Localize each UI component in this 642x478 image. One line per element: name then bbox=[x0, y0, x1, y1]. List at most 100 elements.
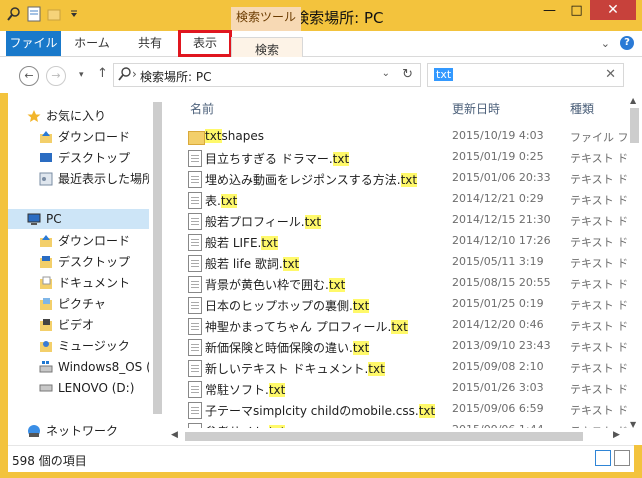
file-name[interactable]: 般若 life 歌詞.txt bbox=[205, 255, 300, 272]
file-name[interactable]: txtshapes bbox=[205, 129, 264, 143]
nav-item-label: Windows8_OS ( bbox=[58, 360, 149, 374]
text-file-icon bbox=[188, 318, 202, 335]
file-type: テキスト ド bbox=[570, 215, 627, 228]
file-row[interactable]: 日本のヒップホップの裏側.txt 2015/01/25 0:19 テキスト ド bbox=[166, 294, 627, 315]
file-name[interactable]: 表.txt bbox=[205, 192, 238, 209]
file-row[interactable]: 新価保険と時価保険の違い.txt 2013/09/10 23:43 テキスト ド bbox=[166, 336, 627, 357]
tab-file[interactable]: ファイル bbox=[6, 31, 61, 56]
details-view-icon[interactable] bbox=[595, 450, 611, 466]
file-date: 2014/12/15 21:30 bbox=[452, 213, 551, 226]
file-row[interactable]: 般若プロフィール.txt 2014/12/15 21:30 テキスト ド bbox=[166, 210, 627, 231]
minimize-button[interactable]: — bbox=[536, 0, 563, 20]
refresh-button[interactable]: ↻ bbox=[402, 67, 413, 82]
column-name[interactable]: 名前 bbox=[190, 100, 214, 117]
file-row[interactable]: 表.txt 2014/12/21 0:29 テキスト ド bbox=[166, 189, 627, 210]
file-name[interactable]: 新しいテキスト ドキュメント.txt bbox=[205, 360, 385, 377]
file-date: 2015/10/19 4:03 bbox=[452, 129, 544, 142]
file-type: テキスト ド bbox=[570, 236, 627, 249]
tab-home[interactable]: ホーム bbox=[64, 31, 120, 56]
file-name[interactable]: 埋め込み動画をレジポンスする方法.txt bbox=[205, 171, 418, 188]
scroll-down-icon[interactable]: ▼ bbox=[630, 420, 636, 429]
column-date[interactable]: 更新日時 bbox=[452, 100, 500, 117]
help-icon[interactable]: ? bbox=[620, 36, 634, 50]
breadcrumb-separator[interactable]: › bbox=[132, 67, 137, 81]
file-row[interactable]: 般若 LIFE.txt 2014/12/10 17:26 テキスト ド bbox=[166, 231, 627, 252]
file-row[interactable]: 埋め込み動画をレジポンスする方法.txt 2015/01/06 20:33 テキスト… bbox=[166, 168, 627, 189]
file-name-prefix: 表. bbox=[205, 194, 221, 208]
tab-share[interactable]: 共有 bbox=[126, 31, 174, 56]
file-row[interactable]: 背景が黄色い枠で囲む.txt 2015/08/15 20:55 テキスト ド bbox=[166, 273, 627, 294]
scroll-left-icon[interactable]: ◀ bbox=[171, 430, 178, 440]
file-list-hscrollbar[interactable]: ◀ ▶ bbox=[166, 428, 627, 445]
column-type[interactable]: 種類 bbox=[570, 100, 594, 117]
file-list-scroll-thumb[interactable] bbox=[630, 108, 639, 143]
file-row[interactable]: 新しいテキスト ドキュメント.txt 2015/09/08 2:10 テキスト ド bbox=[166, 357, 627, 378]
file-name[interactable]: 日本のヒップホップの裏側.txt bbox=[205, 297, 370, 314]
file-name[interactable]: 背景が黄色い枠で囲む.txt bbox=[205, 276, 346, 293]
hscroll-thumb[interactable] bbox=[185, 432, 583, 441]
search-highlight: txt bbox=[282, 257, 300, 271]
nav-pictures[interactable]: ピクチャ bbox=[38, 294, 106, 314]
desktop-icon bbox=[38, 150, 54, 166]
up-button[interactable]: ↑ bbox=[97, 66, 108, 81]
file-name-prefix: 神聖かまってちゃん プロフィール. bbox=[205, 320, 392, 334]
file-name[interactable]: 常駐ソフト.txt bbox=[205, 381, 286, 398]
nav-fav-desktop[interactable]: デスクトップ bbox=[38, 148, 130, 168]
back-button[interactable]: ← bbox=[19, 66, 39, 86]
nav-item-label: 最近表示した場所 bbox=[58, 172, 149, 186]
recent-places-icon bbox=[38, 171, 54, 187]
nav-scroll-thumb[interactable] bbox=[153, 102, 162, 414]
file-name[interactable]: 神聖かまってちゃん プロフィール.txt bbox=[205, 318, 408, 335]
file-name[interactable]: 般若 LIFE.txt bbox=[205, 234, 278, 251]
file-name-prefix: 背景が黄色い枠で囲む. bbox=[205, 278, 329, 292]
nav-pc-downloads[interactable]: ダウンロード bbox=[38, 231, 130, 251]
scroll-right-icon[interactable]: ▶ bbox=[613, 430, 620, 440]
file-name[interactable]: 目立ちすぎる ドラマー.txt bbox=[205, 150, 350, 167]
nav-music[interactable]: ミュージック bbox=[38, 336, 130, 356]
nav-item-label: PC bbox=[46, 212, 62, 226]
file-type: テキスト ド bbox=[570, 257, 627, 270]
nav-pc-desktop[interactable]: デスクトップ bbox=[38, 252, 130, 272]
maximize-button[interactable]: □ bbox=[563, 0, 590, 20]
search-highlight: txt bbox=[220, 194, 238, 208]
search-box[interactable]: txt ✕ bbox=[427, 63, 624, 87]
recent-locations-dropdown[interactable]: ▾ bbox=[79, 70, 84, 80]
nav-fav-downloads[interactable]: ダウンロード bbox=[38, 127, 130, 147]
file-name[interactable]: 般若プロフィール.txt bbox=[205, 213, 322, 230]
address-field[interactable]: › 検索場所: PC ⌄ ↻ bbox=[113, 63, 421, 87]
large-icons-view-icon[interactable] bbox=[614, 450, 630, 466]
breadcrumb-path[interactable]: 検索場所: PC bbox=[140, 68, 211, 85]
nav-network[interactable]: ネットワーク bbox=[26, 421, 118, 441]
file-name[interactable]: 子テーマsimplcity childのmobile.css.txt bbox=[205, 402, 436, 419]
address-dropdown-icon[interactable]: ⌄ bbox=[382, 68, 390, 79]
file-type: テキスト ド bbox=[570, 194, 627, 207]
nav-pane-scrollbar[interactable] bbox=[149, 93, 166, 445]
videos-icon bbox=[38, 317, 54, 333]
forward-button[interactable]: → bbox=[46, 66, 66, 86]
expand-ribbon-icon[interactable]: ⌄ bbox=[601, 37, 610, 50]
nav-lenovo-drive[interactable]: LENOVO (D:) bbox=[38, 378, 134, 398]
close-button[interactable]: ✕ bbox=[590, 0, 636, 20]
clear-search-button[interactable]: ✕ bbox=[605, 67, 616, 82]
nav-pc[interactable]: PC bbox=[8, 209, 149, 229]
file-row[interactable]: 般若 life 歌詞.txt 2015/05/11 3:19 テキスト ド bbox=[166, 252, 627, 273]
file-row[interactable]: 目立ちすぎる ドラマー.txt 2015/01/19 0:25 テキスト ド bbox=[166, 147, 627, 168]
file-name-prefix: 子テーマsimplcity childのmobile.css. bbox=[205, 404, 419, 418]
file-row[interactable]: 神聖かまってちゃん プロフィール.txt 2014/12/20 0:46 テキスト … bbox=[166, 315, 627, 336]
file-row[interactable]: 常駐ソフト.txt 2015/01/26 3:03 テキスト ド bbox=[166, 378, 627, 399]
search-input[interactable]: txt bbox=[434, 68, 454, 81]
nav-videos[interactable]: ビデオ bbox=[38, 315, 94, 335]
scroll-up-icon[interactable]: ▲ bbox=[630, 96, 636, 105]
nav-documents[interactable]: ドキュメント bbox=[38, 273, 130, 293]
nav-item-label: ピクチャ bbox=[58, 297, 106, 311]
file-list-scrollbar[interactable]: ▲ ▼ bbox=[627, 93, 642, 445]
nav-favorites[interactable]: お気に入り bbox=[26, 106, 106, 126]
explorer-window: txt - 検索場所: PC — □ ✕ 検索ツール ファイル ホーム 共有 表… bbox=[0, 0, 642, 478]
nav-windows-drive[interactable]: Windows8_OS ( bbox=[38, 357, 149, 377]
file-name[interactable]: 新価保険と時価保険の違い.txt bbox=[205, 339, 370, 356]
file-row[interactable]: 子テーマsimplcity childのmobile.css.txt 2015/0… bbox=[166, 399, 627, 420]
tab-view[interactable]: 表示 bbox=[178, 30, 232, 57]
file-row[interactable]: txtshapes 2015/10/19 4:03 ファイル フ bbox=[166, 126, 627, 147]
text-file-icon bbox=[188, 339, 202, 356]
nav-recent-places[interactable]: 最近表示した場所 bbox=[38, 169, 149, 189]
